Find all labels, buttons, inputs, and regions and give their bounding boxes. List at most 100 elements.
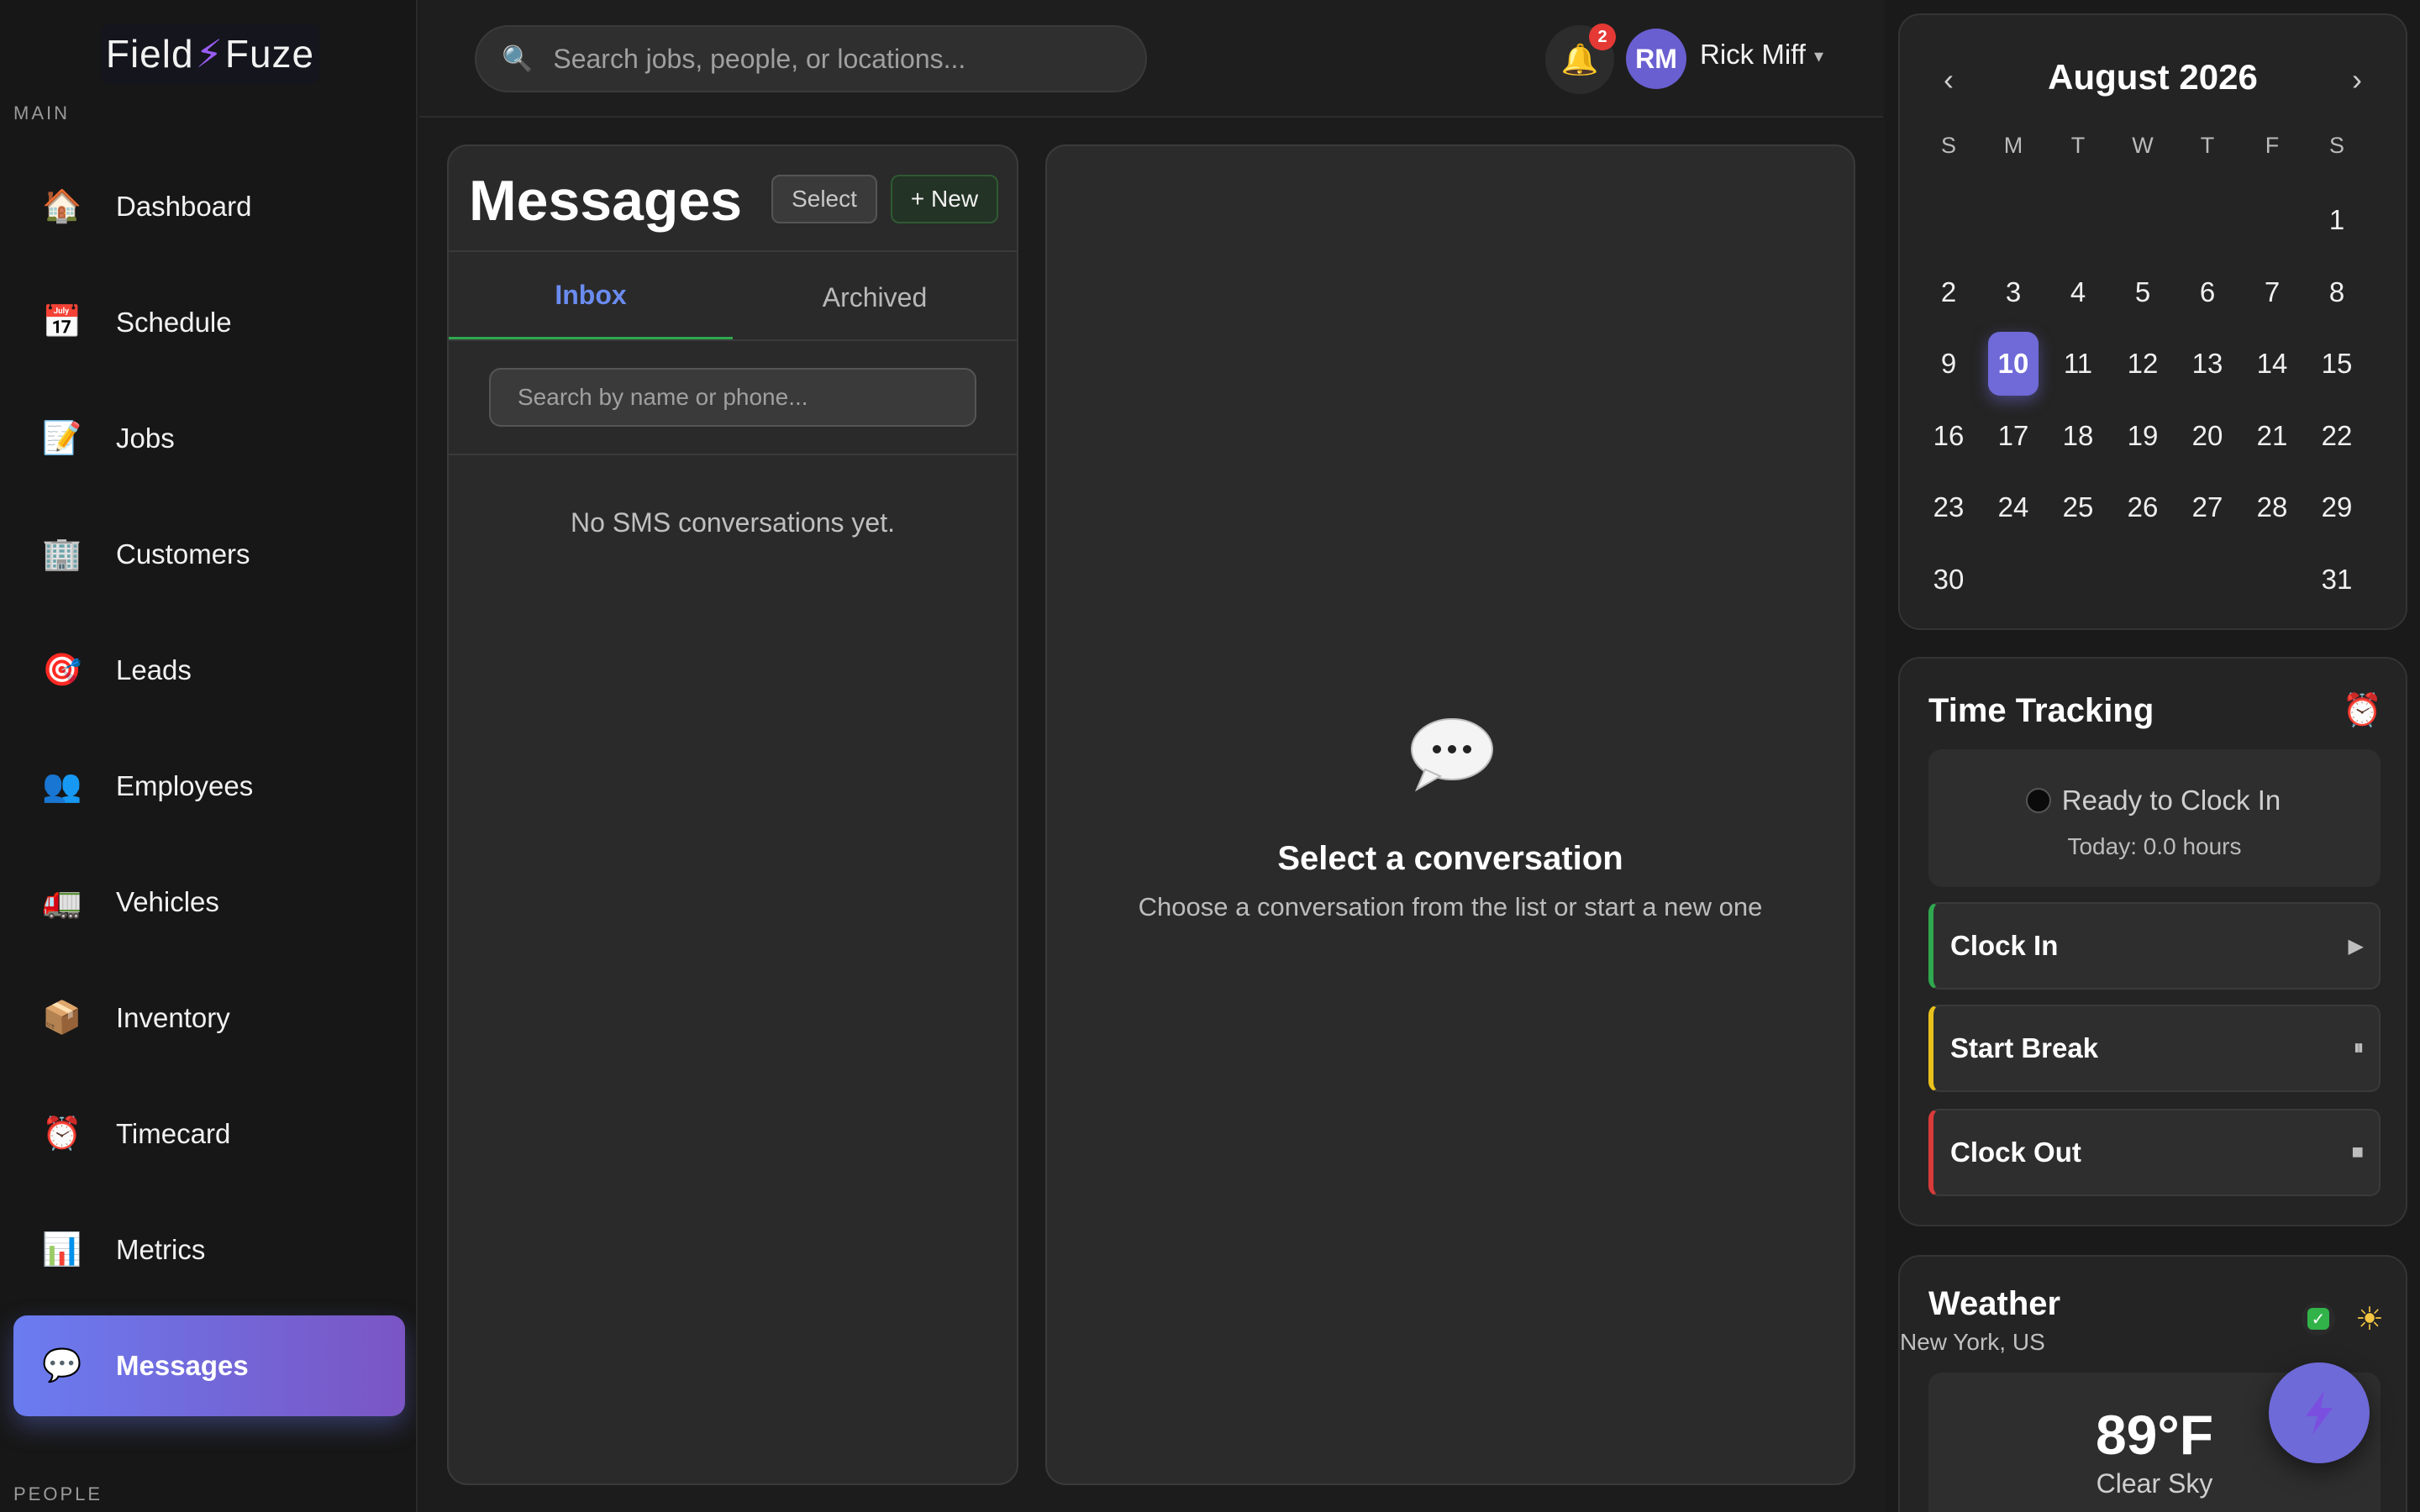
calendar-day[interactable]: 13 xyxy=(2182,332,2233,396)
calendar-day-today[interactable]: 10 xyxy=(1988,332,2039,396)
calendar-day[interactable]: 6 xyxy=(2182,260,2233,324)
calendar-day[interactable]: 14 xyxy=(2247,332,2297,396)
quick-action-button[interactable] xyxy=(2269,1362,2370,1463)
start-break-label: Start Break xyxy=(1950,1032,2099,1063)
calendar-day[interactable]: 19 xyxy=(2118,404,2168,468)
sidebar-item-label: Employees xyxy=(116,770,254,801)
calendar-day[interactable]: 8 xyxy=(2312,260,2362,324)
play-icon: ▶ xyxy=(2348,934,2364,958)
divider xyxy=(449,250,1017,252)
target-icon: 🎯 xyxy=(42,653,82,688)
weather-title: Weather xyxy=(1928,1285,2061,1322)
notification-count-badge: 2 xyxy=(1589,24,1616,50)
weekday-label: S xyxy=(2328,133,2344,158)
sidebar-item-leads[interactable]: 🎯 Leads xyxy=(13,620,405,721)
sidebar-item-employees[interactable]: 👥 Employees xyxy=(13,736,405,837)
speech-bubble-icon xyxy=(1411,718,1493,792)
calendar-day[interactable]: 28 xyxy=(2247,475,2297,539)
divider xyxy=(449,454,1017,455)
bell-icon: 🔔 xyxy=(1560,42,1599,76)
calendar-day[interactable]: 4 xyxy=(2053,260,2103,324)
calendar-day[interactable]: 18 xyxy=(2053,404,2103,468)
sidebar-item-label: Dashboard xyxy=(116,191,252,222)
user-avatar[interactable]: RM xyxy=(1626,29,1686,89)
section-label-main: MAIN xyxy=(13,102,70,123)
sidebar-item-label: Messages xyxy=(116,1350,249,1381)
tab-inbox[interactable]: Inbox xyxy=(449,254,733,341)
clock-in-button[interactable]: Clock In ▶ xyxy=(1928,902,2381,990)
weekday-label: F xyxy=(2265,133,2280,158)
sidebar-item-metrics[interactable]: 📊 Metrics xyxy=(13,1200,405,1300)
sidebar-item-jobs[interactable]: 📝 Jobs xyxy=(13,388,405,489)
calendar-day[interactable]: 9 xyxy=(1923,332,1974,396)
clock-in-label: Clock In xyxy=(1950,930,2059,961)
global-search-input[interactable]: 🔍 Search jobs, people, or locations... xyxy=(475,25,1147,92)
section-label-people: PEOPLE xyxy=(13,1483,103,1504)
empty-state-text: No SMS conversations yet. xyxy=(571,507,895,538)
calendar-day[interactable]: 22 xyxy=(2312,404,2362,468)
calendar-day[interactable]: 3 xyxy=(1988,260,2039,324)
calendar-day[interactable]: 30 xyxy=(1923,548,1974,612)
clock-out-label: Clock Out xyxy=(1950,1137,2081,1168)
messages-list-panel: Messages Select + New Inbox Archived Sea… xyxy=(447,144,1018,1485)
sidebar-item-vehicles[interactable]: 🚛 Vehicles xyxy=(13,852,405,953)
lightning-bolt-icon xyxy=(2306,1391,2333,1435)
start-break-button[interactable]: Start Break ⏸ xyxy=(1928,1005,2381,1092)
calendar-day[interactable]: 31 xyxy=(2312,548,2362,612)
calendar-day[interactable]: 29 xyxy=(2312,475,2362,539)
stop-icon: ■ xyxy=(2351,1141,2365,1163)
select-button[interactable]: Select xyxy=(771,175,877,223)
sidebar-item-timecard[interactable]: ⏰ Timecard xyxy=(13,1084,405,1184)
time-tracking-widget: Time Tracking ⏰ Ready to Clock In Today:… xyxy=(1898,657,2407,1226)
new-message-button[interactable]: + New xyxy=(891,175,998,223)
top-bar: 🔍 Search jobs, people, or locations... 🔔… xyxy=(419,0,1883,118)
calendar-day[interactable]: 1 xyxy=(2312,188,2362,252)
box-icon: 📦 xyxy=(42,1000,82,1036)
house-icon: 🏠 xyxy=(42,189,82,224)
calendar-day[interactable]: 26 xyxy=(2118,475,2168,539)
calendar-day[interactable]: 20 xyxy=(2182,404,2233,468)
sidebar-item-label: Customers xyxy=(116,538,250,570)
check-icon[interactable]: ✓ xyxy=(2302,1302,2335,1336)
sidebar-item-dashboard[interactable]: 🏠 Dashboard xyxy=(13,156,405,257)
tab-archived[interactable]: Archived xyxy=(733,254,1017,341)
calendar-day[interactable]: 17 xyxy=(1988,404,2039,468)
calendar-day[interactable]: 16 xyxy=(1923,404,1974,468)
right-column: ‹ August 2026 › S M T W T F S 1 2 3 4 5 6 7 8 9 10 11 12 13… xyxy=(1885,0,2420,1512)
clock-out-button[interactable]: Clock Out ■ xyxy=(1928,1109,2381,1196)
sidebar-item-label: Inventory xyxy=(116,1002,230,1033)
conversation-search-input[interactable]: Search by name or phone... xyxy=(489,368,976,427)
clock-status-text: Ready to Clock In xyxy=(2061,785,2281,816)
user-name[interactable]: Rick Miff xyxy=(1700,39,1806,71)
brand-logo[interactable]: Field ⚡ Fuze xyxy=(101,24,319,84)
calendar-icon: 📅 xyxy=(42,305,82,340)
sidebar-item-messages[interactable]: 💬 Messages xyxy=(13,1315,405,1416)
weekday-label: W xyxy=(2132,133,2154,158)
weekday-label: T xyxy=(2200,133,2215,158)
global-search-placeholder: Search jobs, people, or locations... xyxy=(553,43,966,74)
chevron-right-icon[interactable]: › xyxy=(2352,62,2362,97)
calendar-day[interactable]: 5 xyxy=(2118,260,2168,324)
alarm-clock-icon: ⏰ xyxy=(42,1116,82,1152)
calendar-day[interactable]: 27 xyxy=(2182,475,2233,539)
calendar-day[interactable]: 15 xyxy=(2312,332,2362,396)
calendar-day[interactable]: 11 xyxy=(2053,332,2103,396)
calendar-day[interactable]: 7 xyxy=(2247,260,2297,324)
sidebar-item-label: Timecard xyxy=(116,1118,231,1149)
calendar-day[interactable]: 2 xyxy=(1923,260,1974,324)
sidebar-item-customers[interactable]: 🏢 Customers xyxy=(13,504,405,605)
sidebar-item-schedule[interactable]: 📅 Schedule xyxy=(13,272,405,373)
calendar-day[interactable]: 24 xyxy=(1988,475,2039,539)
bar-chart-icon: 📊 xyxy=(42,1232,82,1268)
conversation-empty-subtitle: Choose a conversation from the list or s… xyxy=(1138,892,1763,921)
today-hours-text: Today: 0.0 hours xyxy=(2067,833,2242,859)
calendar-day[interactable]: 23 xyxy=(1923,475,1974,539)
chevron-down-icon[interactable]: ▾ xyxy=(1814,45,1823,67)
sidebar-item-inventory[interactable]: 📦 Inventory xyxy=(13,968,405,1068)
calendar-day[interactable]: 12 xyxy=(2118,332,2168,396)
building-icon: 🏢 xyxy=(42,537,82,572)
calendar-day[interactable]: 25 xyxy=(2053,475,2103,539)
people-icon: 👥 xyxy=(42,769,82,804)
calendar-day[interactable]: 21 xyxy=(2247,404,2297,468)
conversation-panel: Select a conversation Choose a conversat… xyxy=(1045,144,1855,1485)
